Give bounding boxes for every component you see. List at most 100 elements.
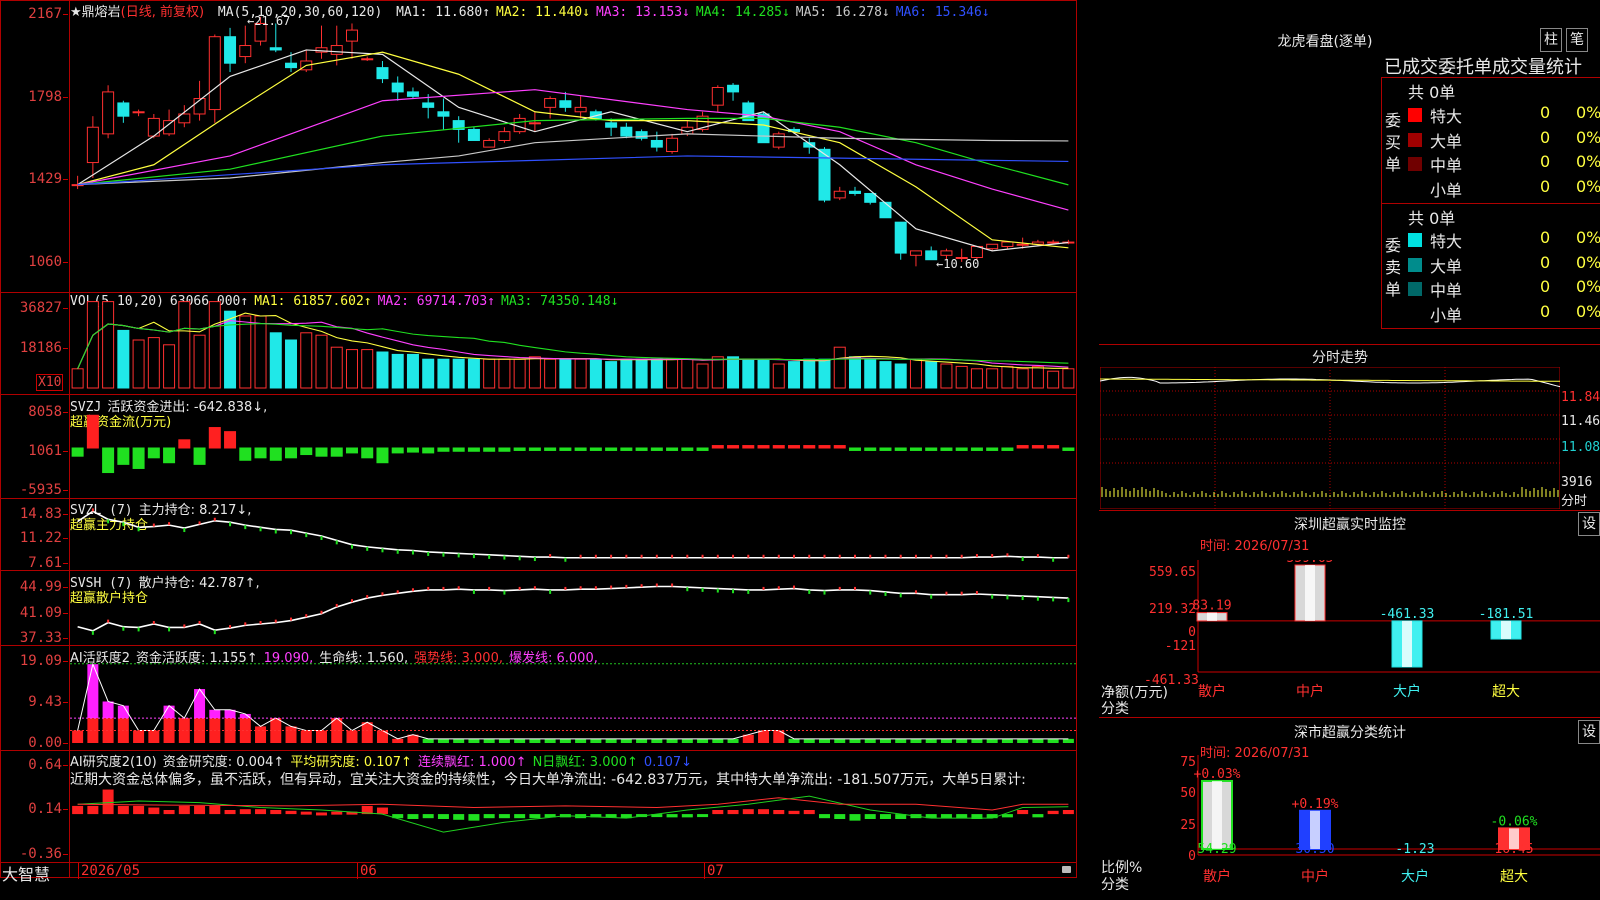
indicator-bar: [437, 358, 450, 389]
indicator-bar: [269, 332, 282, 389]
sz-class-xlabel: 分类: [1101, 877, 1129, 893]
column-view-button[interactable]: 柱: [1540, 28, 1562, 52]
research-bar: [102, 789, 114, 815]
lhb-row-count: 0: [1540, 228, 1551, 247]
indicator-bar: [605, 447, 618, 451]
research-bar: [803, 810, 815, 815]
candle-body: [894, 221, 907, 254]
candle-body: [727, 84, 740, 93]
candle-body: [605, 122, 618, 128]
activity-bar: [590, 738, 602, 743]
indicator-bar: [909, 358, 922, 389]
candle-body: [132, 111, 145, 114]
ai1-tick: 9.43: [0, 694, 68, 710]
lhb-row-count: 0: [1540, 277, 1551, 296]
research-bar: [285, 810, 297, 815]
indicator-bar: [925, 447, 938, 451]
lhb-row-name: 特大: [1430, 107, 1463, 126]
sz-monitor-chart[interactable]: 83.19 散户 559.65 中户 -461.33 大户 -181.51 超大: [1100, 560, 1600, 710]
high-mark: ←21.67: [247, 14, 291, 28]
research-curve-red: [77, 797, 1069, 811]
ai1-tick: 19.09: [0, 653, 68, 669]
intraday-chart[interactable]: [1100, 367, 1560, 509]
research-bar: [605, 814, 617, 818]
candle-body: [239, 45, 252, 58]
indicator-bar: [483, 447, 496, 452]
ai2-tick: 0.64: [0, 757, 68, 773]
indicator-bar: [391, 447, 404, 454]
sz-monitor-settings-button[interactable]: 设: [1578, 512, 1600, 536]
indicator-bar: [467, 358, 480, 389]
indicator-bar: [711, 445, 724, 449]
research-bar: [316, 812, 327, 816]
indicator-bar: [437, 447, 450, 452]
lhb-row-name: 中单: [1430, 281, 1463, 300]
activity-bar: [712, 738, 724, 743]
indicator-bar: [1062, 368, 1075, 389]
intraday-vol-label: 分时: [1561, 494, 1588, 509]
activity-bar: [864, 738, 876, 743]
indicator-bar: [132, 339, 145, 389]
sz-class-change-label: +0.19%: [1292, 797, 1339, 812]
lock-icon[interactable]: [1062, 866, 1071, 873]
tick-view-button[interactable]: 笔: [1566, 28, 1588, 52]
price-tick: 1798: [0, 89, 68, 105]
research-bar: [727, 810, 739, 815]
svsh-chart[interactable]: [70, 571, 1076, 644]
activity-bar: [498, 738, 510, 743]
research-bar: [422, 814, 434, 819]
indicator-bar: [376, 351, 389, 389]
research-bar: [681, 814, 693, 818]
ai-activity-chart[interactable]: [70, 646, 1076, 750]
svzj-chart[interactable]: [70, 395, 1076, 498]
indicator-bar: [955, 365, 968, 389]
activity-bar: [255, 726, 267, 743]
candle-body: [879, 201, 892, 219]
research-bar: [956, 814, 968, 819]
indicator-bar: [528, 356, 541, 389]
svzl-tick: 7.61: [0, 555, 68, 571]
research-bar: [1047, 810, 1059, 815]
lhb-row-count: 0: [1540, 252, 1551, 272]
ai1-tick: 0.00: [0, 735, 68, 751]
activity-bar: [879, 738, 891, 743]
activity-bar: [178, 718, 190, 743]
indicator-bar: [452, 358, 465, 389]
indicator-bar: [986, 368, 999, 389]
svzl-chart[interactable]: [70, 499, 1076, 570]
sz-class-value-label: 54.29: [1197, 842, 1236, 857]
indicator-bar: [422, 358, 435, 389]
research-bar: [87, 805, 99, 815]
lhb-row: 大单 0 0%: [1408, 128, 1600, 152]
activity-bar: [1032, 738, 1044, 743]
indicator-bar: [498, 358, 511, 389]
sz-monitor-title: 深圳超赢实时监控: [1294, 517, 1406, 533]
indicator-bar: [559, 447, 572, 451]
activity-bar: [803, 738, 815, 743]
sz-class-chart[interactable]: +0.03% 54.29 散户 +0.19% 30.50 中户 -1.23 大户 -0.06% 1…: [1100, 755, 1600, 900]
indicator-bar: [345, 349, 358, 389]
candle-body: [666, 137, 679, 153]
sz-class-settings-button[interactable]: 设: [1578, 720, 1600, 744]
lhb-split: [1381, 203, 1600, 204]
indicator-bar: [224, 310, 237, 389]
research-bar: [697, 814, 709, 818]
svzj-tick: -5935: [0, 482, 68, 498]
indicator-bar: [193, 334, 206, 389]
research-bar: [819, 814, 830, 819]
research-bar: [331, 811, 343, 815]
indicator-bar: [208, 301, 221, 389]
indicator-bar: [1031, 445, 1044, 449]
activity-bar: [1047, 738, 1059, 743]
ai-research-chart[interactable]: [70, 751, 1076, 862]
indicator-bar: [620, 447, 633, 451]
indicator-bar: [940, 363, 953, 389]
candlestick-chart[interactable]: [70, 0, 1076, 292]
svzj-tick: 1061: [0, 443, 68, 459]
sz-monitor-bar-highlight: [1501, 620, 1511, 640]
volume-chart[interactable]: [70, 293, 1076, 391]
research-bar: [849, 814, 861, 821]
sz-monitor-value-label: -461.33: [1380, 607, 1435, 622]
indicator-bar: [254, 447, 267, 459]
research-bar: [468, 814, 480, 821]
